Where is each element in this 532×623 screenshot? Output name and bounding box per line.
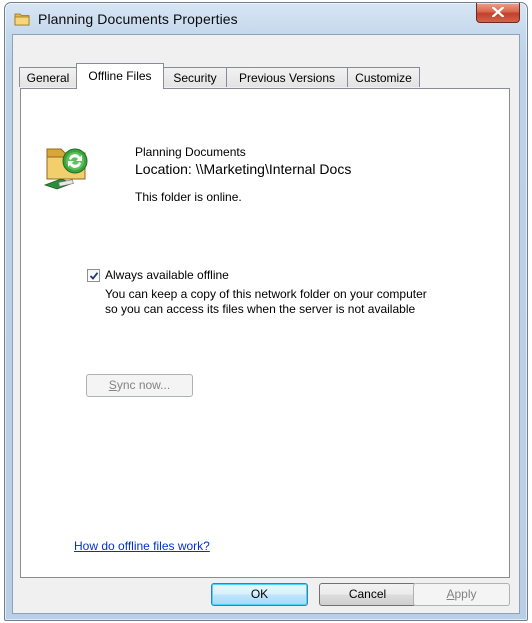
close-button[interactable] xyxy=(476,3,520,23)
offline-files-panel: Planning Documents Location: \\Marketing… xyxy=(20,88,510,578)
description-line-2: so you can access its files when the ser… xyxy=(105,302,416,316)
folder-icon xyxy=(14,11,30,27)
folder-status: This folder is online. xyxy=(135,190,242,204)
sync-now-button[interactable]: Sync now... xyxy=(86,374,193,397)
always-available-checkbox[interactable] xyxy=(87,269,100,282)
title-bar[interactable]: Planning Documents Properties xyxy=(5,3,527,33)
tab-security[interactable]: Security xyxy=(163,67,227,87)
tab-general[interactable]: General xyxy=(19,67,77,87)
offline-description: You can keep a copy of this network fold… xyxy=(105,287,427,317)
window-title: Planning Documents Properties xyxy=(38,11,238,27)
tab-offline-files[interactable]: Offline Files xyxy=(76,63,164,89)
tab-customize[interactable]: Customize xyxy=(347,67,420,87)
apply-button[interactable]: Apply xyxy=(413,583,510,606)
sync-mnemonic: S xyxy=(108,378,117,392)
close-icon xyxy=(492,7,504,17)
offline-folder-sync-icon xyxy=(43,139,91,190)
always-available-label[interactable]: Always available offline xyxy=(105,268,229,282)
folder-name: Planning Documents xyxy=(135,145,246,159)
folder-location: Location: \\Marketing\Internal Docs xyxy=(135,161,352,177)
apply-mnemonic: A xyxy=(446,587,455,601)
description-line-1: You can keep a copy of this network fold… xyxy=(105,287,427,301)
checkmark-icon xyxy=(89,272,99,280)
sync-label-rest: ync now... xyxy=(116,378,171,392)
ok-button[interactable]: OK xyxy=(211,583,308,606)
dialog-client: General Offline Files Security Previous … xyxy=(12,34,520,614)
offline-help-link[interactable]: How do offline files work? xyxy=(74,539,210,553)
cancel-button[interactable]: Cancel xyxy=(319,583,416,606)
tab-previous-versions[interactable]: Previous Versions xyxy=(226,67,348,87)
apply-label-rest: pply xyxy=(454,587,477,601)
properties-window: Planning Documents Properties General Of… xyxy=(4,2,528,621)
